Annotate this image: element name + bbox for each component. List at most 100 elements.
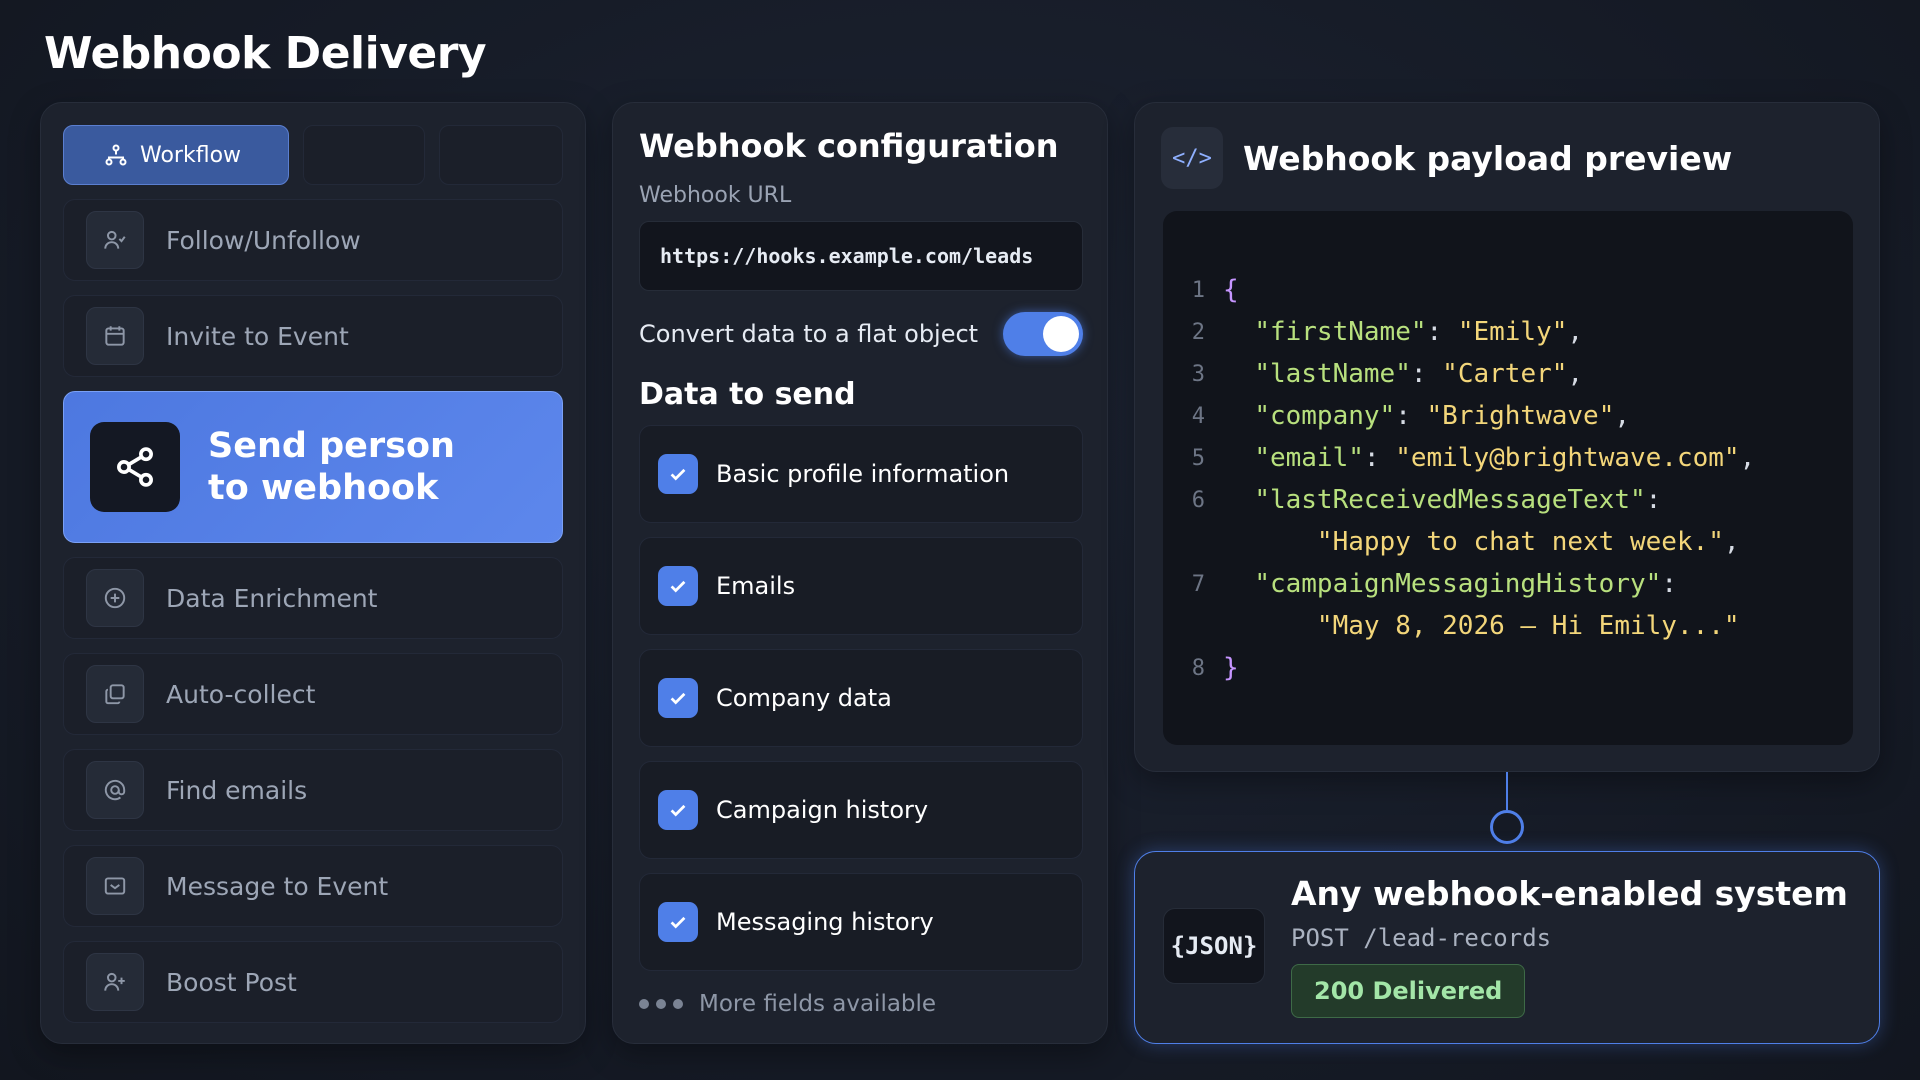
code-line: 8}: [1163, 647, 1853, 689]
sidebar-item-label: Auto-collect: [166, 679, 316, 709]
sidebar-item-send-to-webhook[interactable]: Send person to webhook: [63, 391, 563, 543]
checkbox-checked[interactable]: [658, 790, 698, 830]
sidebar-item-boost-post[interactable]: Boost Post: [63, 941, 563, 1023]
code-line: 5 "email": "emily@brightwave.com",: [1163, 437, 1853, 479]
code-line: 6 "lastReceivedMessageText":: [1163, 479, 1853, 521]
code-token: {: [1223, 275, 1239, 305]
page-title: Webhook Delivery: [44, 28, 487, 79]
sidebar-item-label: Send person to webhook: [208, 426, 455, 508]
option-label: Company data: [716, 684, 892, 712]
checkbox-checked[interactable]: [658, 454, 698, 494]
check-icon: [670, 468, 686, 481]
line-number: 4: [1191, 403, 1205, 429]
check-icon: [670, 804, 686, 817]
line-number: 2: [1191, 319, 1205, 345]
code-line: 7 "campaignMessagingHistory":: [1163, 563, 1853, 605]
code-line: 4 "company": "Brightwave",: [1163, 395, 1853, 437]
checkbox-checked[interactable]: [658, 678, 698, 718]
sidebar-item-find-emails[interactable]: Find emails: [63, 749, 563, 831]
option-label: Campaign history: [716, 796, 929, 824]
tab-bar: Workflow: [63, 125, 563, 185]
sidebar-item-label: Data Enrichment: [166, 583, 378, 613]
more-fields-label: More fields available: [699, 991, 937, 1017]
tab-empty-2[interactable]: [439, 125, 563, 185]
data-options-list: Basic profile information Emails Company…: [639, 425, 1083, 985]
json-key: "campaignMessagingHistory": [1254, 569, 1662, 599]
json-key: "lastName": [1254, 359, 1411, 389]
flatten-toggle[interactable]: [1003, 312, 1083, 356]
user-check-icon: [86, 211, 144, 269]
sidebar-item-label: Message to Event: [166, 871, 389, 901]
toggle-label: Convert data to a flat object: [639, 320, 979, 348]
json-key: "lastReceivedMessageText": [1254, 485, 1646, 515]
code-line: 2 "firstName": "Emily",: [1163, 311, 1853, 353]
json-key: "email": [1254, 443, 1364, 473]
status-badge: 200 Delivered: [1291, 964, 1526, 1018]
option-emails[interactable]: Emails: [639, 537, 1083, 635]
sidebar-item-auto-collect[interactable]: Auto-collect: [63, 653, 563, 735]
check-icon: [670, 916, 686, 929]
share-nodes-icon: [90, 422, 180, 512]
connector-line: [1506, 772, 1508, 810]
more-fields-link[interactable]: More fields available: [639, 991, 936, 1017]
sidebar-item-follow-unfollow[interactable]: Follow/Unfollow: [63, 199, 563, 281]
tab-empty-1[interactable]: [303, 125, 425, 185]
code-icon: </>: [1161, 127, 1223, 189]
workflow-icon: [105, 144, 127, 166]
copy-icon: [86, 665, 144, 723]
message-box-icon: [86, 857, 144, 915]
user-plus-icon: [86, 953, 144, 1011]
option-messaging-history[interactable]: Messaging history: [639, 873, 1083, 971]
option-label: Basic profile information: [716, 460, 1010, 488]
json-value: "Happy to chat next week.": [1316, 527, 1724, 557]
line-number: 3: [1191, 361, 1205, 387]
json-value: "May 8, 2026 — Hi Emily...": [1316, 611, 1740, 641]
sidebar-item-label: Invite to Event: [166, 321, 349, 351]
json-value: "emily@brightwave.com": [1395, 443, 1740, 473]
plus-circle-icon: [86, 569, 144, 627]
sidebar-item-invite-to-event[interactable]: Invite to Event: [63, 295, 563, 377]
data-to-send-heading: Data to send: [639, 377, 856, 412]
destination-card: {JSON} Any webhook-enabled system POST /…: [1134, 851, 1880, 1044]
option-basic-profile[interactable]: Basic profile information: [639, 425, 1083, 523]
webhook-url-field[interactable]: https://hooks.example.com/leads: [639, 221, 1083, 291]
destination-endpoint: POST /lead-records: [1291, 924, 1552, 952]
tab-workflow-label: Workflow: [140, 142, 242, 168]
preview-title: Webhook payload preview: [1243, 139, 1733, 178]
code-block: 1{ 2 "firstName": "Emily", 3 "lastName":…: [1163, 211, 1853, 745]
code-token: }: [1223, 653, 1239, 683]
checkbox-checked[interactable]: [658, 902, 698, 942]
sidebar-item-label: Find emails: [166, 775, 308, 805]
more-dots-icon: [639, 999, 683, 1009]
json-value: "Brightwave": [1426, 401, 1615, 431]
line-number: 1: [1191, 277, 1205, 303]
config-title: Webhook configuration: [639, 127, 1059, 165]
connector-node: [1490, 810, 1524, 844]
line-number: 8: [1191, 655, 1205, 681]
sidebar-item-data-enrichment[interactable]: Data Enrichment: [63, 557, 563, 639]
url-label: Webhook URL: [639, 183, 792, 208]
sidebar-item-label: Follow/Unfollow: [166, 225, 361, 255]
code-line: 3 "lastName": "Carter",: [1163, 353, 1853, 395]
workflow-panel: Workflow Follow/Unfollow Invite to Event…: [40, 102, 586, 1044]
destination-title: Any webhook-enabled system: [1291, 874, 1848, 913]
code-line: 1{: [1163, 269, 1853, 311]
webhook-config-panel: Webhook configuration Webhook URL https:…: [612, 102, 1108, 1044]
checkbox-checked[interactable]: [658, 566, 698, 606]
line-number: 5: [1191, 445, 1205, 471]
at-sign-icon: [86, 761, 144, 819]
toggle-knob: [1043, 316, 1079, 352]
check-icon: [670, 580, 686, 593]
option-campaign-history[interactable]: Campaign history: [639, 761, 1083, 859]
line-number: 6: [1191, 487, 1205, 513]
json-key: "firstName": [1254, 317, 1427, 347]
sidebar-item-message-to-event[interactable]: Message to Event: [63, 845, 563, 927]
option-label: Messaging history: [716, 908, 934, 936]
action-list: Follow/Unfollow Invite to Event Send per…: [63, 199, 563, 1037]
line-number: 7: [1191, 571, 1205, 597]
json-value: "Carter": [1442, 359, 1568, 389]
json-value: "Emily": [1457, 317, 1568, 347]
option-company-data[interactable]: Company data: [639, 649, 1083, 747]
flatten-toggle-row: Convert data to a flat object: [639, 309, 1083, 359]
tab-workflow[interactable]: Workflow: [63, 125, 289, 185]
